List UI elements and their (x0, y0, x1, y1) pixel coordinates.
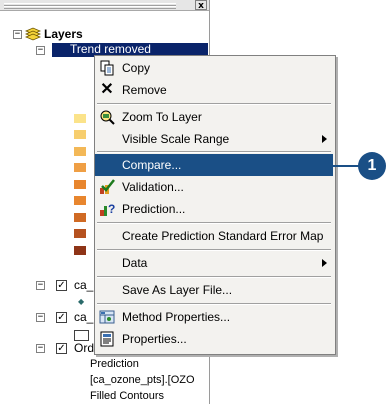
menu-separator (97, 222, 331, 224)
layer-label[interactable]: ca_ (74, 277, 93, 293)
selected-layer-label: Trend removed (70, 42, 151, 56)
legend-swatch (74, 114, 86, 123)
menu-item-visible-scale-range[interactable]: Visible Scale Range (95, 128, 333, 150)
layers-icon (24, 27, 42, 41)
callout-number-badge: 1 (358, 152, 386, 180)
menu-item-label: Copy (122, 61, 151, 75)
legend-swatch (74, 196, 86, 205)
menu-item-label: Remove (122, 83, 167, 97)
submenu-arrow-icon (322, 259, 327, 267)
legend-swatch (74, 246, 86, 255)
legend-line: Prediction (90, 358, 139, 370)
legend-swatch (74, 130, 86, 139)
menu-item-label: Create Prediction Standard Error Map (122, 229, 324, 243)
copy-icon (99, 60, 115, 76)
menu-separator (97, 276, 331, 278)
layer-checkbox[interactable]: ✓ (56, 312, 67, 323)
menu-item-data[interactable]: Data (95, 252, 333, 274)
layer-checkbox[interactable]: ✓ (56, 343, 67, 354)
root-row[interactable]: − Layers (0, 26, 200, 42)
menu-separator (97, 249, 331, 251)
legend-swatch (74, 229, 86, 238)
point-symbol-icon: ◆ (78, 297, 85, 306)
menu-item-label: Compare... (122, 158, 182, 172)
legend-line: Filled Contours (90, 390, 164, 402)
submenu-arrow-icon (322, 135, 327, 143)
menu-item-label: Properties... (122, 332, 187, 346)
menu-item-properties[interactable]: Properties... (95, 328, 333, 350)
menu-item-method-properties[interactable]: Method Properties... (95, 306, 333, 328)
menu-separator (97, 303, 331, 305)
menu-item-validation[interactable]: Validation... (95, 176, 333, 198)
menu-separator (97, 103, 331, 105)
context-menu: Copy ✕ Remove Zoom To Layer Visible Scal… (94, 55, 336, 355)
menu-item-remove[interactable]: ✕ Remove (95, 79, 333, 101)
legend-swatch (74, 147, 86, 156)
panel-grip-2 (4, 6, 176, 9)
menu-item-prediction[interactable]: ? Prediction... (95, 198, 333, 220)
menu-item-label: Prediction... (122, 202, 186, 216)
layers-label: Layers (44, 27, 83, 41)
menu-item-compare[interactable]: Compare... (95, 154, 333, 176)
prediction-icon: ? (99, 201, 115, 217)
layer-expander[interactable]: − (36, 344, 45, 353)
menu-item-copy[interactable]: Copy (95, 57, 333, 79)
svg-text:?: ? (108, 202, 115, 216)
menu-item-create-prediction-standard-error-map[interactable]: Create Prediction Standard Error Map (95, 225, 333, 247)
menu-item-label: Zoom To Layer (122, 110, 202, 124)
menu-item-label: Data (122, 256, 148, 270)
menu-item-label: Visible Scale Range (122, 132, 230, 146)
validation-icon (99, 179, 115, 195)
menu-separator (97, 151, 331, 153)
layer-expander[interactable]: − (36, 281, 45, 290)
zoom-to-layer-icon (99, 109, 115, 125)
method-properties-icon (99, 309, 115, 325)
layer-expander[interactable]: − (36, 313, 45, 322)
panel-titlebar[interactable]: x (0, 0, 209, 11)
menu-item-label: Save As Layer File... (122, 283, 233, 297)
layer-label[interactable]: Ord (74, 340, 94, 356)
legend-swatch (74, 163, 86, 172)
menu-item-zoom-to-layer[interactable]: Zoom To Layer (95, 106, 333, 128)
properties-icon (99, 331, 115, 347)
layer-checkbox[interactable]: ✓ (56, 280, 67, 291)
remove-icon: ✕ (100, 81, 114, 98)
trend-layer-expander[interactable]: − (36, 46, 45, 55)
root-expander[interactable]: − (13, 30, 22, 39)
close-button[interactable]: x (195, 0, 207, 11)
menu-item-label: Validation... (122, 180, 184, 194)
legend-swatch (74, 180, 86, 189)
layer-label[interactable]: ca_ (74, 309, 93, 325)
menu-item-save-as-layer-file[interactable]: Save As Layer File... (95, 279, 333, 301)
menu-item-label: Method Properties... (122, 310, 231, 324)
legend-line: [ca_ozone_pts].[OZO (90, 374, 195, 386)
callout-leader-line (304, 165, 364, 167)
legend-swatch (74, 213, 86, 222)
